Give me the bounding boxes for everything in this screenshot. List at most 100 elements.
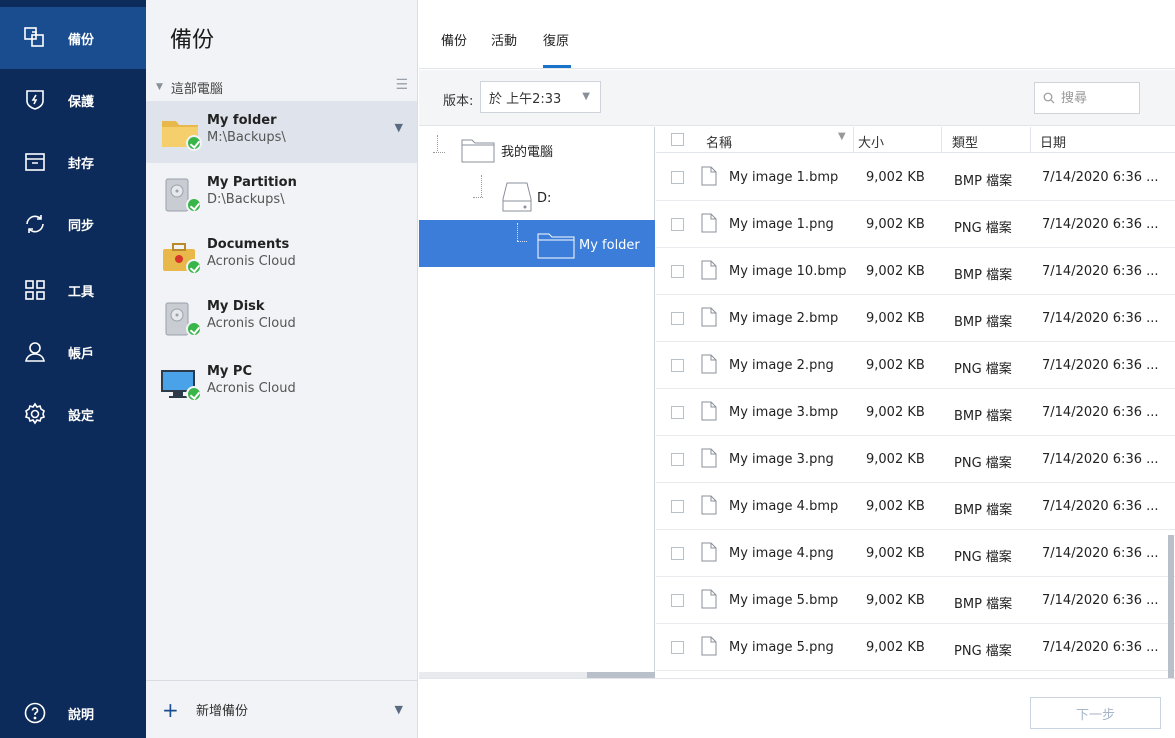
file-icon — [701, 542, 717, 566]
gear-icon — [0, 402, 70, 426]
backup-item-documents[interactable]: Documents Acronis Cloud — [146, 225, 417, 287]
search-box[interactable] — [1034, 82, 1140, 114]
row-checkbox[interactable] — [671, 594, 684, 607]
nav-item-help[interactable]: 說明 — [0, 682, 146, 738]
backup-item-my-pc[interactable]: My PC Acronis Cloud — [146, 352, 417, 414]
nav-item-protection[interactable]: 保護 — [0, 69, 146, 131]
nav-item-backup[interactable]: 備份 — [0, 7, 146, 69]
file-size: 9,002 KB — [866, 499, 925, 514]
row-checkbox[interactable] — [671, 547, 684, 560]
account-icon — [0, 340, 70, 364]
nav-item-archive[interactable]: 封存 — [0, 131, 146, 193]
search-input[interactable] — [1061, 90, 1131, 106]
sort-chevron-icon: ▼ — [838, 131, 846, 142]
recovery-toolbar: 版本: 於 上午2:33 ▼ — [419, 70, 1175, 126]
file-icon — [701, 213, 717, 237]
file-icon — [701, 589, 717, 613]
file-type: BMP 檔案 — [954, 597, 1013, 612]
column-separator[interactable] — [853, 127, 854, 153]
file-table-header: 名稱 ▼ 大小 類型 日期 — [656, 127, 1175, 153]
tab-backup[interactable]: 備份 — [441, 30, 467, 49]
table-row[interactable]: My image 3.png 9,002 KB PNG 檔案 7/14/2020 6:… — [656, 436, 1175, 483]
table-row[interactable]: My image 3.bmp 9,002 KB BMP 檔案 7/14/2020 6:… — [656, 389, 1175, 436]
file-type: BMP 檔案 — [954, 174, 1013, 189]
nav-item-tools[interactable]: 工具 — [0, 259, 146, 321]
backup-item-my-folder[interactable]: My folder M:\Backups\ ▼ — [146, 101, 417, 163]
column-separator[interactable] — [941, 127, 942, 153]
row-checkbox[interactable] — [671, 453, 684, 466]
file-name: My image 1.png — [729, 217, 834, 232]
table-row[interactable]: My image 5.bmp 9,002 KB BMP 檔案 7/14/2020 6:… — [656, 577, 1175, 624]
tree-node-my-folder[interactable]: My folder — [537, 231, 640, 259]
file-size: 9,002 KB — [866, 217, 925, 232]
row-checkbox[interactable] — [671, 218, 684, 231]
file-name: My image 5.png — [729, 640, 834, 655]
file-size: 9,002 KB — [866, 170, 925, 185]
ok-check-icon — [186, 386, 202, 402]
row-checkbox[interactable] — [671, 641, 684, 654]
nav-item-sync[interactable]: 同步 — [0, 193, 146, 255]
file-type: BMP 檔案 — [954, 503, 1013, 518]
tab-recovery[interactable]: 復原 — [543, 30, 569, 49]
table-row[interactable]: My image 1.bmp 9,002 KB BMP 檔案 7/14/2020 6:… — [656, 154, 1175, 201]
nav-item-account[interactable]: 帳戶 — [0, 321, 146, 383]
tree-line — [517, 223, 518, 241]
column-header-date[interactable]: 日期 — [1040, 132, 1066, 151]
table-row[interactable]: My image 4.png 9,002 KB PNG 檔案 7/14/2020 6:… — [656, 530, 1175, 577]
row-checkbox[interactable] — [671, 359, 684, 372]
add-backup-button[interactable]: + 新增備份 ▼ — [146, 680, 417, 738]
chevron-down-icon[interactable]: ▼ — [395, 121, 403, 134]
file-table-vertical-scrollbar[interactable] — [1168, 535, 1174, 678]
file-size: 9,002 KB — [866, 546, 925, 561]
file-type: PNG 檔案 — [954, 550, 1012, 565]
file-date: 7/14/2020 6:36 ... — [1042, 217, 1159, 232]
table-row[interactable]: My image 2.bmp 9,002 KB BMP 檔案 7/14/2020 6:… — [656, 295, 1175, 342]
backup-item-my-disk[interactable]: My Disk Acronis Cloud — [146, 287, 417, 349]
file-type: BMP 檔案 — [954, 409, 1013, 424]
ok-check-icon — [186, 197, 202, 213]
row-checkbox[interactable] — [671, 500, 684, 513]
file-size: 9,002 KB — [866, 358, 925, 373]
tree-node-drive-d[interactable]: D: — [501, 181, 551, 215]
row-checkbox[interactable] — [671, 171, 684, 184]
row-checkbox[interactable] — [671, 265, 684, 278]
section-this-computer[interactable]: ▼ 這部電腦 ☰ — [156, 77, 408, 97]
file-type: PNG 檔案 — [954, 221, 1012, 236]
table-row[interactable]: My image 1.png 9,002 KB PNG 檔案 7/14/2020 6:… — [656, 201, 1175, 248]
chevron-down-icon[interactable]: ▼ — [395, 703, 403, 716]
file-icon — [701, 495, 717, 519]
version-select[interactable]: 於 上午2:33 ▼ — [480, 81, 601, 113]
file-date: 7/14/2020 6:36 ... — [1042, 593, 1159, 608]
file-type: BMP 檔案 — [954, 268, 1013, 283]
column-header-name[interactable]: 名稱 — [706, 132, 732, 151]
table-row[interactable]: My image 10.bmp 9,002 KB BMP 檔案 7/14/2020 6… — [656, 248, 1175, 295]
select-all-checkbox[interactable] — [671, 133, 684, 146]
file-icon — [701, 354, 717, 378]
briefcase-icon — [160, 237, 202, 277]
file-icon — [701, 401, 717, 425]
nav-item-settings[interactable]: 設定 — [0, 383, 146, 445]
table-row[interactable]: My image 2.png 9,002 KB PNG 檔案 7/14/2020 6:… — [656, 342, 1175, 389]
tree-line — [481, 175, 482, 197]
hamburger-menu-icon[interactable]: ☰ — [395, 77, 408, 93]
backup-item-my-partition[interactable]: My Partition D:\Backups\ — [146, 163, 417, 225]
tab-activity[interactable]: 活動 — [491, 30, 517, 49]
collapse-triangle-icon: ▼ — [156, 82, 163, 92]
sync-icon — [0, 212, 70, 236]
chevron-down-icon: ▼ — [582, 91, 590, 102]
file-type: PNG 檔案 — [954, 456, 1012, 471]
row-checkbox[interactable] — [671, 406, 684, 419]
column-header-size[interactable]: 大小 — [858, 132, 884, 151]
ok-check-icon — [186, 135, 202, 151]
column-header-type[interactable]: 類型 — [952, 132, 978, 151]
file-type: PNG 檔案 — [954, 362, 1012, 377]
tree-node-my-computer[interactable]: 我的電腦 — [461, 137, 553, 163]
version-label: 版本: — [443, 94, 474, 109]
table-row[interactable]: My image 4.bmp 9,002 KB BMP 檔案 7/14/2020 6:… — [656, 483, 1175, 530]
next-button[interactable]: 下一步 — [1030, 697, 1161, 729]
file-name: My image 10.bmp — [729, 264, 847, 279]
folder-tree: 我的電腦 D: My folder — [419, 127, 655, 678]
column-separator[interactable] — [1030, 127, 1031, 153]
row-checkbox[interactable] — [671, 312, 684, 325]
table-row[interactable]: My image 5.png 9,002 KB PNG 檔案 7/14/2020 6:… — [656, 624, 1175, 671]
